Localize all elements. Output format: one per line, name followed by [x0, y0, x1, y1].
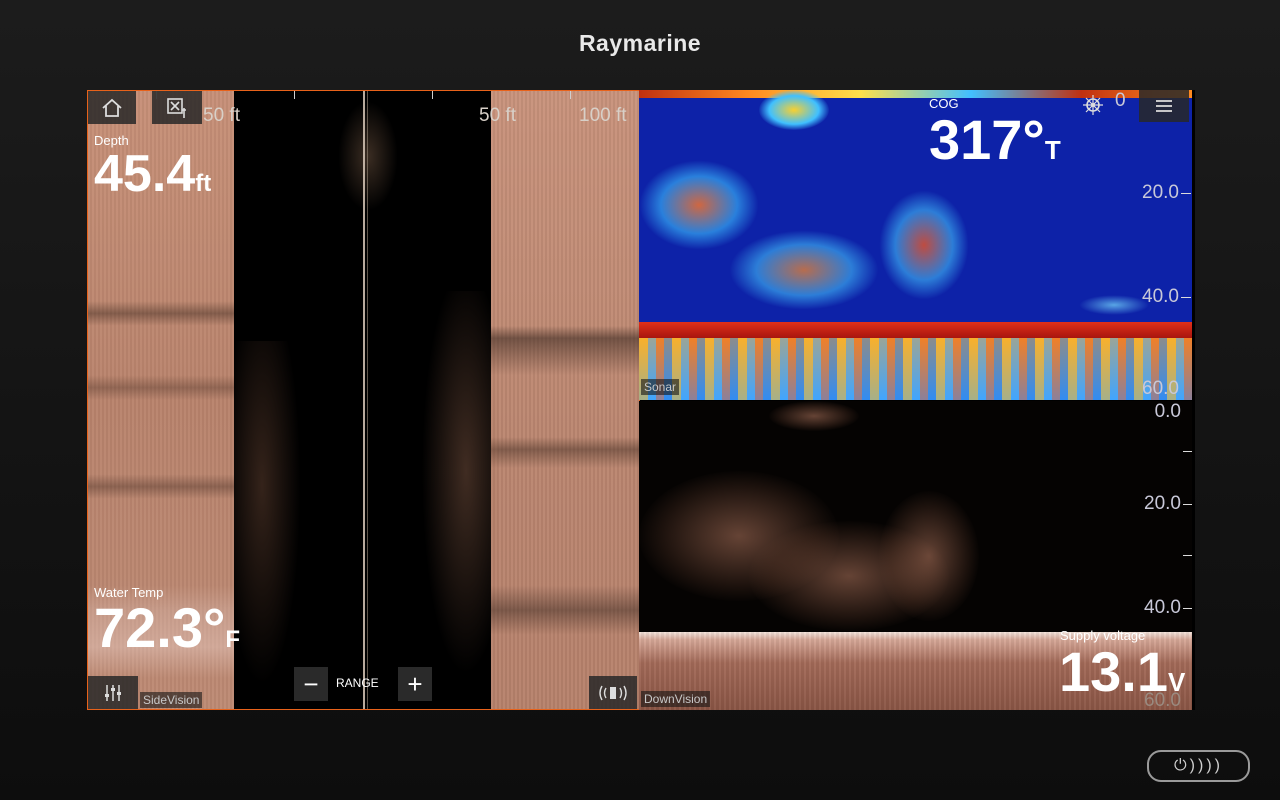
range-minus-button[interactable]: − [294, 667, 328, 701]
scale-tick [432, 91, 433, 99]
scale-tick [294, 91, 295, 99]
sonar-fish-school [639, 160, 759, 250]
waypoint-icon [167, 97, 186, 118]
sonar-adjust-button[interactable] [88, 676, 138, 709]
home-icon [102, 98, 122, 117]
downvision-pane[interactable]: 0.0 20.0 40.0 60.0 Supply voltage 13.1V … [639, 401, 1192, 710]
supply-voltage-unit: V [1168, 667, 1186, 697]
downvision-depth-label: 0.0 [1154, 401, 1181, 422]
depth-unit: ft [195, 170, 212, 197]
sonar-depth-label: 60.0 [1142, 378, 1179, 399]
sonar-pane-label: Sonar [641, 379, 680, 395]
sonar-depth-tick [1181, 193, 1191, 194]
water-temp-unit: F [225, 626, 241, 653]
transducer-icon [599, 685, 627, 700]
supply-voltage-databox[interactable]: 13.1V [1059, 644, 1185, 700]
helm-button[interactable] [1073, 90, 1113, 120]
scale-label-left-50: 50 ft [203, 105, 240, 126]
sidevision-centre-line-secondary [367, 91, 368, 709]
water-temp-value: 72.3° [94, 596, 226, 659]
downvision-depth-label: 40.0 [1144, 597, 1181, 618]
sidevision-centre-line [363, 91, 365, 709]
sidevision-pane[interactable]: 50 ft 50 ft 100 ft Depth 45.4ft Water Te… [87, 90, 640, 710]
sonar-bottom-returns [639, 338, 1192, 400]
sidevision-return-starboard [418, 291, 498, 691]
sonar-fish-school [879, 190, 969, 300]
downvision-surface-return [769, 401, 859, 431]
sonar-depth-tick [1181, 297, 1191, 298]
depth-databox[interactable]: Depth 45.4ft [94, 133, 211, 200]
range-plus-button[interactable]: + [398, 667, 432, 701]
downvision-depth-tick [1183, 504, 1192, 505]
sonar-top-scale: 0 [1115, 90, 1126, 111]
sidevision-return-port [234, 341, 304, 701]
sidevision-starboard-bottom [491, 91, 639, 709]
sonar-fish-school [729, 230, 879, 310]
ships-wheel-icon [1083, 95, 1103, 115]
cog-databox[interactable]: 317°T [929, 112, 1061, 168]
downvision-depth-tick [1183, 555, 1192, 556]
downvision-pane-label: DownVision [641, 691, 711, 707]
scale-tick [570, 91, 571, 99]
sonar-depth-label: 20.0 [1142, 182, 1179, 203]
power-button[interactable]: ⏻)))) [1147, 750, 1250, 782]
sonar-bottom-line [639, 322, 1192, 338]
menu-button[interactable] [1139, 90, 1189, 122]
scale-label-right-100: 100 ft [579, 105, 627, 126]
waypoint-button[interactable] [152, 91, 202, 124]
range-label: RANGE [336, 676, 379, 690]
cog-value: 317° [929, 108, 1045, 171]
downvision-fish-return [879, 491, 979, 621]
sonar-pane[interactable]: COG 317°T 0 20.0 40.0 60.0 Sonar [639, 90, 1192, 400]
hamburger-menu-icon [1156, 100, 1172, 112]
cog-unit: T [1044, 135, 1061, 165]
transducer-button[interactable] [589, 676, 637, 709]
sonar-depth-label: 40.0 [1142, 286, 1179, 307]
supply-voltage-value: 13.1 [1059, 640, 1168, 703]
home-button[interactable] [88, 91, 136, 124]
sonar-surface-plume [759, 90, 829, 130]
scale-label-right-50: 50 ft [479, 105, 516, 126]
water-temp-databox[interactable]: Water Temp 72.3°F [94, 585, 240, 656]
depth-value: 45.4 [94, 145, 196, 203]
downvision-depth-tick [1183, 608, 1192, 609]
sidevision-pane-label: SideVision [140, 692, 203, 708]
sidevision-return-top [338, 101, 398, 211]
downvision-depth-tick [1183, 451, 1192, 452]
sliders-icon [105, 684, 121, 701]
chartplotter-screen: 50 ft 50 ft 100 ft Depth 45.4ft Water Te… [87, 90, 1195, 710]
brand-logo: Raymarine [578, 30, 702, 56]
downvision-depth-label: 20.0 [1144, 493, 1181, 514]
